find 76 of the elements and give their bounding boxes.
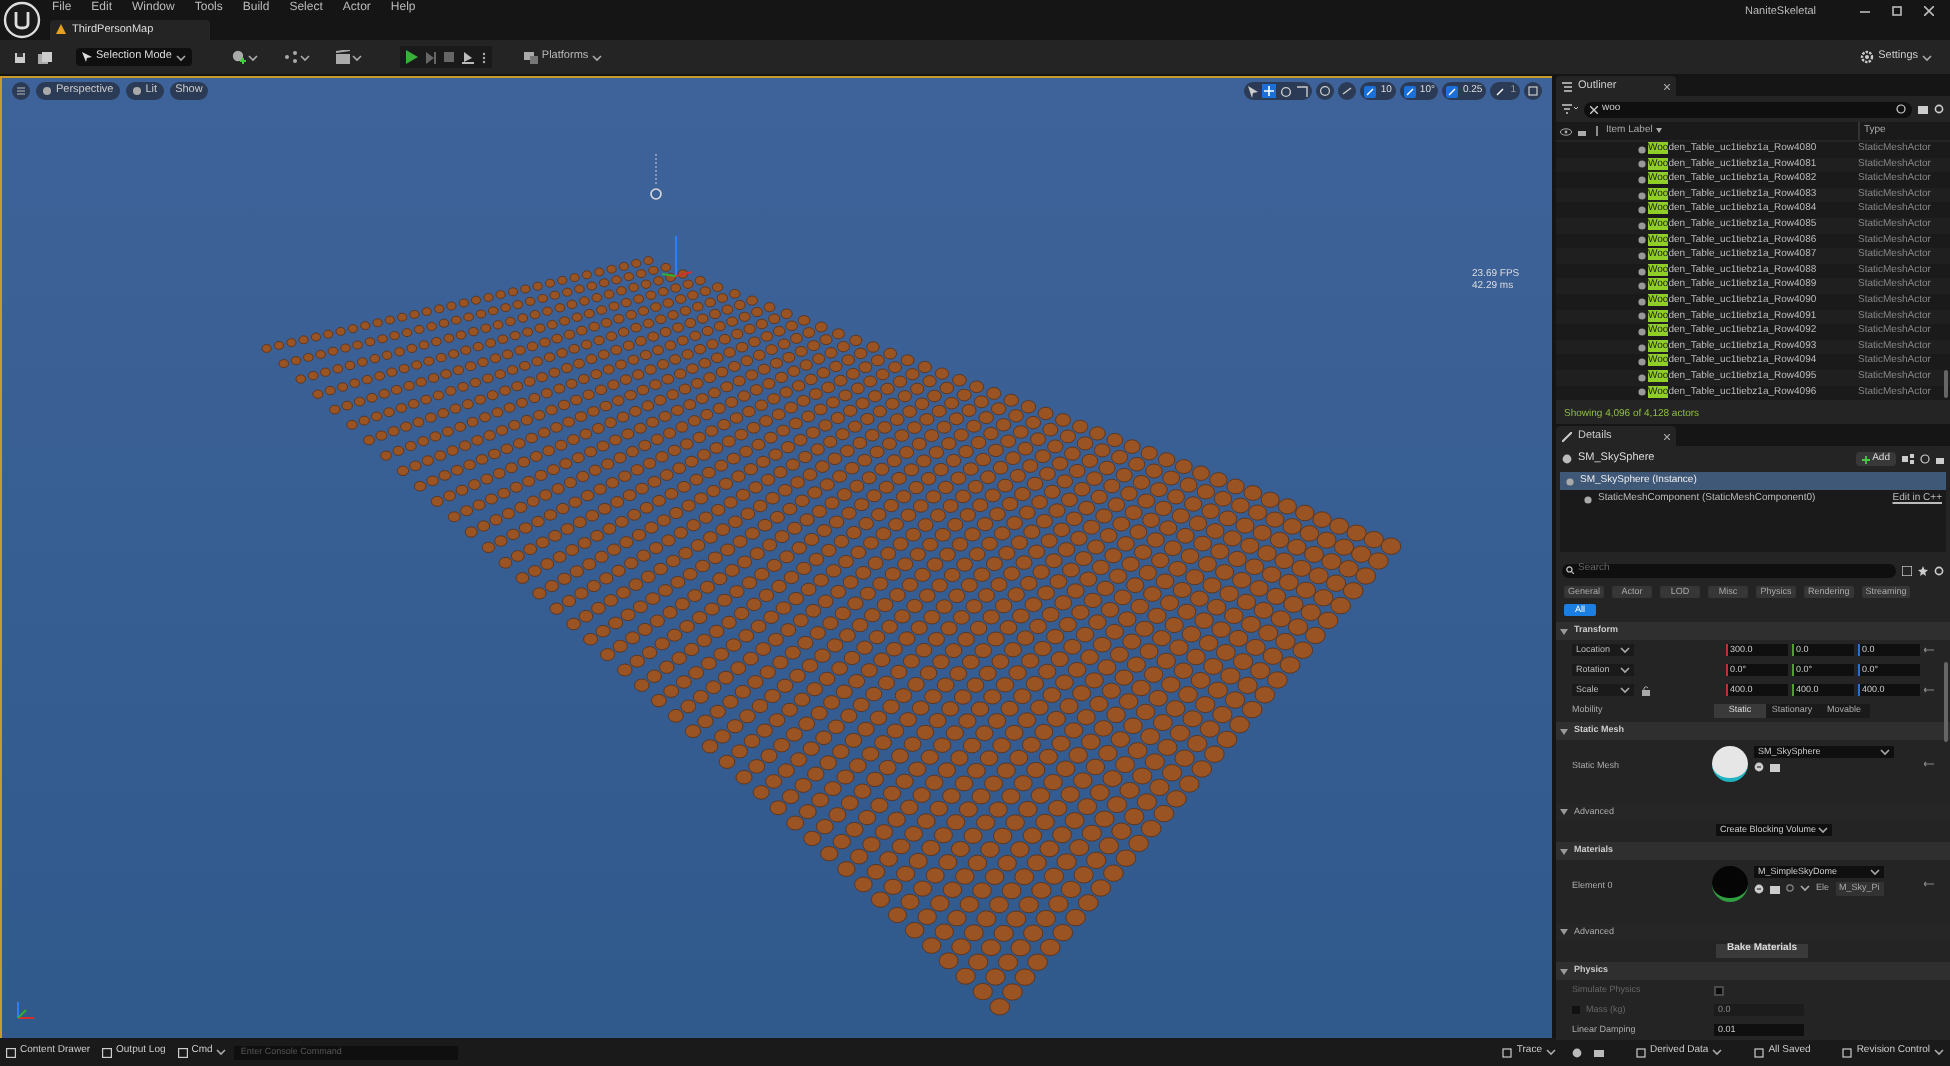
caret-icon — [1869, 868, 1880, 876]
clear-icon — [1590, 105, 1598, 113]
menu-icon — [12, 82, 30, 100]
caret-icon — [1620, 666, 1630, 674]
collapse-arrow-icon — [1560, 928, 1568, 936]
mesh-component-icon — [1566, 477, 1574, 485]
add-actor-icon — [231, 50, 246, 64]
layout-icon — [1524, 82, 1542, 100]
scale-icon — [1296, 85, 1309, 97]
caret-icon — [216, 1048, 227, 1056]
caret-icon — [175, 53, 186, 61]
filter-icon — [1562, 104, 1578, 114]
platforms-icon — [523, 51, 538, 63]
caret-icon — [247, 53, 258, 61]
cursor-icon — [82, 52, 92, 62]
transform-gizmo-icon — [660, 236, 692, 280]
browse-icon — [1754, 762, 1764, 772]
caret-icon — [592, 53, 603, 61]
reset-arrow-icon — [1924, 880, 1934, 888]
surface-snap-icon — [1338, 82, 1357, 100]
warning-icon — [56, 24, 66, 35]
scrollbar-thumb[interactable] — [1944, 370, 1948, 398]
minimize-icon — [1860, 6, 1870, 16]
visibility-icon — [1560, 127, 1572, 135]
collapse-arrow-icon — [1560, 808, 1568, 816]
grid-view-icon — [1902, 565, 1912, 575]
caret-icon — [1880, 748, 1890, 756]
clapperboard-icon — [335, 50, 350, 64]
sort-arrow-icon — [1656, 128, 1663, 134]
more-options-icon — [481, 51, 486, 63]
caret-icon — [1546, 1048, 1556, 1056]
plus-icon — [1862, 455, 1871, 463]
collapse-arrow-icon — [1560, 727, 1568, 735]
search-icon — [1786, 884, 1794, 893]
stop-icon — [443, 52, 454, 62]
select-icon — [1248, 85, 1259, 97]
pencil-icon — [1562, 431, 1572, 441]
browse-icon — [1754, 883, 1764, 894]
clapperboard-button[interactable] — [335, 50, 362, 64]
play-icon — [405, 50, 418, 64]
caret-icon — [1818, 826, 1829, 834]
reset-arrow-icon — [1924, 646, 1934, 654]
caret-icon — [1800, 884, 1810, 893]
mesh-component-icon — [1584, 495, 1592, 503]
caret-icon — [1922, 53, 1932, 61]
mesh-actor-icon — [1562, 454, 1572, 464]
collapse-arrow-icon — [1560, 967, 1568, 975]
rotate-icon — [1280, 85, 1293, 97]
move-icon — [1262, 84, 1277, 98]
caret-icon — [1620, 646, 1630, 654]
axis-indicator-icon — [14, 998, 38, 1022]
star-icon — [1918, 565, 1928, 575]
maximize-icon — [1892, 6, 1902, 16]
scrollbar-thumb[interactable] — [1944, 662, 1948, 742]
step-icon — [425, 51, 436, 63]
record-icon — [1572, 1047, 1582, 1057]
caret-icon — [1934, 1048, 1944, 1056]
add-actor-button[interactable] — [231, 50, 258, 64]
asset-thumbnail — [1712, 866, 1748, 902]
caret-icon — [299, 53, 310, 61]
caret-icon — [1712, 1048, 1723, 1056]
caret-icon — [351, 53, 362, 61]
asset-thumbnail — [1712, 746, 1748, 782]
globe-icon — [1316, 82, 1335, 100]
reset-arrow-icon — [1924, 760, 1934, 768]
collapse-arrow-icon — [1560, 847, 1568, 855]
blueprint-button[interactable] — [283, 50, 310, 64]
collapse-arrow-icon — [1560, 627, 1568, 635]
eject-icon — [461, 51, 474, 63]
close-icon — [1664, 83, 1670, 89]
close-icon — [1924, 6, 1934, 16]
reset-arrow-icon — [1924, 686, 1934, 694]
search-icon — [1566, 566, 1574, 574]
outliner-icon — [1562, 81, 1572, 91]
close-icon — [1664, 433, 1670, 439]
caret-icon — [1620, 686, 1630, 694]
